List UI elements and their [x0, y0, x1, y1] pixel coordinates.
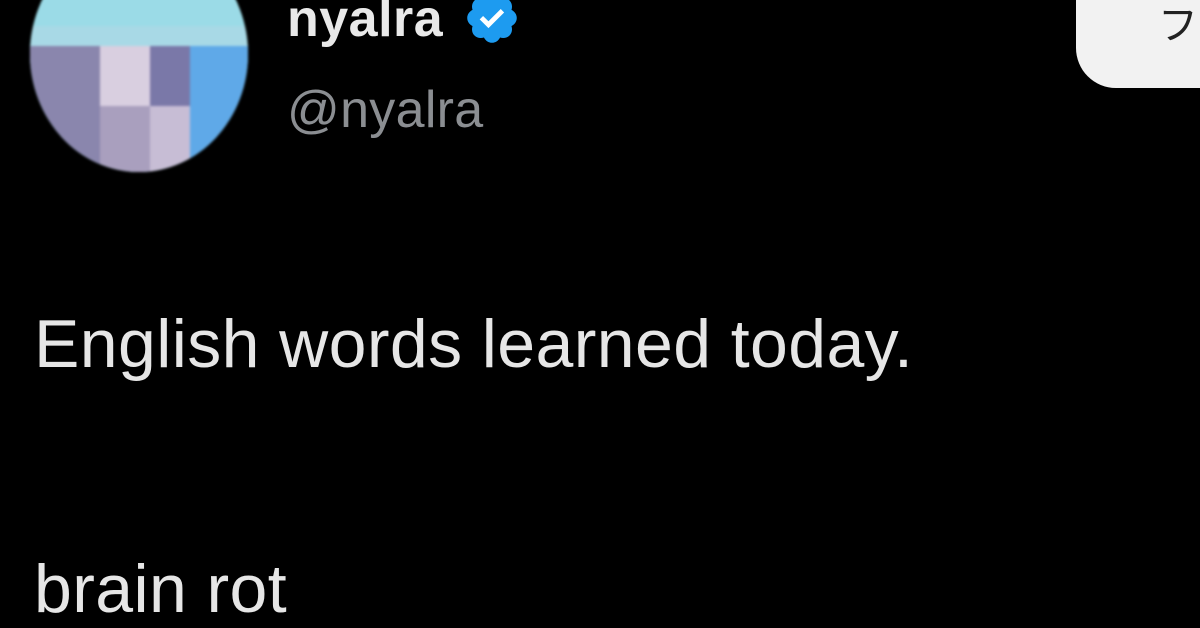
author-display-name[interactable]: nyalra [287, 0, 443, 45]
avatar-pixel [190, 46, 248, 172]
avatar-pixel [150, 46, 190, 106]
post-text-line: brain rot [34, 551, 288, 627]
author-name-row: nyalra [287, 0, 521, 50]
post-text-line: English words learned today. [34, 306, 914, 382]
avatar[interactable] [30, 0, 248, 172]
avatar-pixel [100, 106, 150, 172]
verified-badge-icon [467, 0, 517, 43]
follow-button[interactable]: フ [1076, 0, 1200, 88]
avatar-pixel [150, 106, 190, 172]
avatar-pixel [30, 46, 100, 172]
author-handle[interactable]: @nyalra [287, 84, 484, 136]
avatar-pixel [30, 26, 248, 46]
avatar-pixel [100, 46, 150, 106]
follow-button-label: フ [1158, 4, 1198, 48]
post-card: nyalra @nyalra フ English words learned t… [0, 0, 1200, 628]
